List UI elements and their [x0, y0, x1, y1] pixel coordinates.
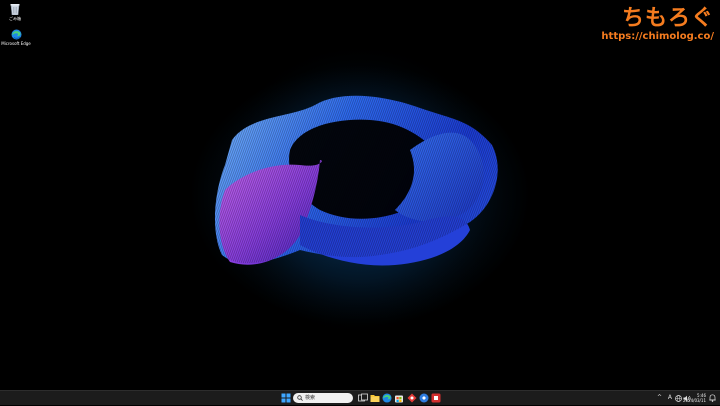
- edge-label: Microsoft Edge: [1, 41, 31, 46]
- taskbar-search-box[interactable]: 検索: [293, 393, 353, 403]
- recycle-bin-icon: [10, 4, 20, 15]
- edge-icon[interactable]: [382, 393, 392, 403]
- wallpaper-bloom: [0, 0, 720, 390]
- app-blue-icon[interactable]: [419, 393, 429, 403]
- task-view-icon[interactable]: [358, 393, 368, 403]
- search-placeholder: 検索: [305, 395, 316, 401]
- desktop: ごみ箱 Microsoft Edge ちもろぐ https://chimolog…: [0, 0, 720, 390]
- edge-icon: [11, 29, 21, 40]
- watermark-brand: ちもろぐ: [621, 6, 714, 31]
- microsoft-store-icon[interactable]: [394, 393, 404, 403]
- taskbar-clock[interactable]: 5:46 2024/03/11: [683, 393, 706, 403]
- notification-bell-icon[interactable]: [709, 394, 716, 402]
- file-explorer-icon[interactable]: [370, 393, 380, 403]
- watermark-url: https://chimolog.co/: [601, 31, 714, 42]
- taskbar: 検索 ^ A 5:46 2024/03/11: [0, 390, 720, 405]
- network-icon[interactable]: [675, 395, 682, 402]
- ime-indicator[interactable]: A: [668, 394, 672, 402]
- search-icon: [297, 395, 303, 401]
- app-red-square-icon[interactable]: [431, 393, 441, 403]
- app-red-icon[interactable]: [407, 393, 417, 403]
- tray-overflow-chevron[interactable]: ^: [657, 394, 662, 402]
- recycle-bin-label: ごみ箱: [9, 16, 21, 21]
- clock-date: 2024/03/11: [682, 398, 706, 403]
- desktop-icon-recycle-bin[interactable]: ごみ箱: [0, 3, 32, 21]
- start-icon[interactable]: [281, 393, 291, 403]
- desktop-icon-edge[interactable]: Microsoft Edge: [0, 29, 33, 46]
- site-watermark: ちもろぐ https://chimolog.co/: [601, 7, 714, 43]
